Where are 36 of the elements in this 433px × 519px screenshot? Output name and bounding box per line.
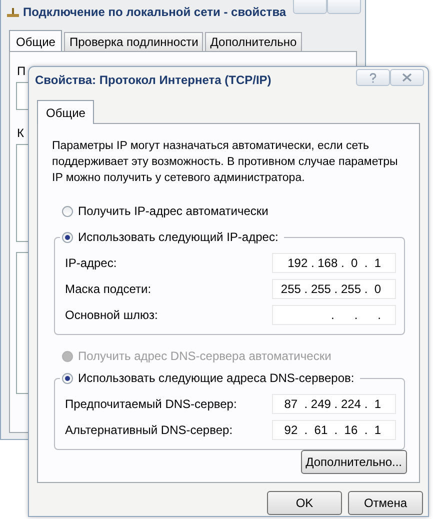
close-button[interactable] [327,0,361,14]
field-label: Маска подсети: [65,282,152,296]
tab[interactable]: Общие [9,30,62,52]
field-label: П [17,64,26,78]
window-title: Свойства: Протокол Интернета (TCP/IP) [35,73,272,87]
tab[interactable]: Дополнительно [205,32,302,51]
radio-label: Использовать следующие адреса DNS-серверов: [78,371,354,385]
radio-label: Получить адрес DNS-сервера автоматически [78,349,332,363]
description-text: Параметры IP могут назначаться автоматически, если сеть поддерживает эту возможность. В противном случае параметры IP можно получить у сетевого администратора. [52,139,399,186]
ok-button[interactable]: OK [267,491,342,515]
field-label: Предпочитаемый DNS-сервер: [65,397,237,411]
help-button[interactable] [356,69,390,86]
network-icon [7,7,19,17]
window-title: Подключение по локальной сети - свойства [23,5,286,19]
radio-button[interactable] [62,232,73,242]
radio-label: Получить IP-адрес автоматически [78,204,268,218]
help-button[interactable] [293,0,327,14]
tab[interactable]: Проверка подлинности [64,32,204,51]
ip-address-field[interactable]: 92 . 61 . 16 . 1 [272,420,396,440]
close-icon [402,73,412,82]
field-label: Альтернативный DNS-сервер: [65,423,233,437]
radio-button[interactable] [62,206,73,216]
advanced-button[interactable]: Дополнительно... [300,450,407,474]
radio-button[interactable] [62,372,73,384]
ip-address-field[interactable]: . . . [272,305,396,325]
cancel-button[interactable]: Отмена [348,491,423,515]
field-label: К [17,126,24,140]
ip-address-field[interactable]: 255 . 255 . 255 . 0 [272,279,396,299]
help-icon [369,72,377,82]
radio-label: Использовать следующий IP-адрес: [78,230,278,244]
ip-address-field[interactable]: 87 . 249 . 224 . 1 [272,394,396,414]
field-label: IP-адрес: [65,256,117,270]
field-label: Основной шлюз: [65,308,158,322]
tab[interactable]: Общие [37,100,94,124]
close-button[interactable] [390,69,424,86]
ip-address-field[interactable]: 192 . 168 . 0 . 1 [272,253,396,273]
